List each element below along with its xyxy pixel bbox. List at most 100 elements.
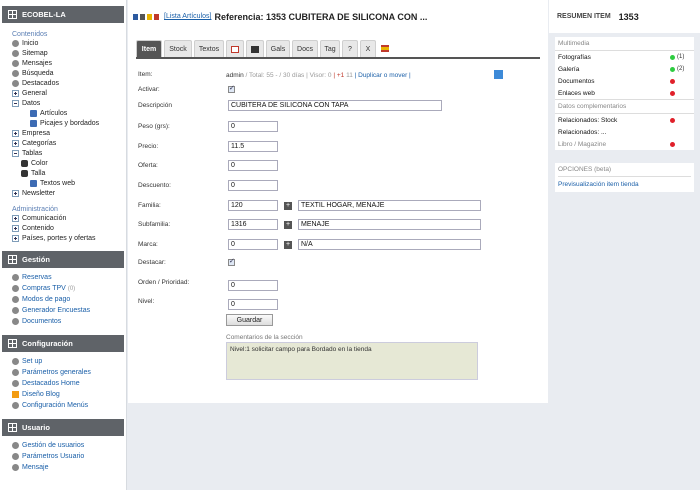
tab-item[interactable]: Item (136, 40, 162, 57)
sidebar-item[interactable]: Mensajes (12, 58, 126, 68)
gestion-header: Gestión (2, 251, 124, 268)
multimedia-row[interactable]: Documentos (555, 75, 694, 87)
sidebar-item[interactable]: Color (12, 158, 126, 168)
tab-docs[interactable]: Docs (292, 40, 318, 57)
flag-es-icon[interactable] (147, 13, 152, 20)
options-box: OPCIONES (beta) Previsualización item ti… (555, 163, 694, 192)
config-item[interactable]: Parámetros generales (12, 367, 126, 378)
peso-label: Peso (grs): (138, 123, 170, 130)
usuario-item[interactable]: Gestión de usuarios (12, 440, 126, 451)
flag-icon[interactable] (154, 13, 159, 20)
language-icon[interactable] (133, 13, 138, 20)
descripcion-input[interactable]: CUBITERA DE SILICONA CON TAPA (228, 100, 442, 111)
tab-monitor[interactable] (246, 40, 264, 57)
stats-icon[interactable] (494, 70, 503, 79)
usuario-item-label: Parámetros Usuario (22, 453, 85, 460)
subfamilia-name-field[interactable]: MENAJE (298, 219, 481, 230)
multimedia-row[interactable]: Fotografías (1) (555, 51, 694, 63)
destacar-row: Destacar: (138, 257, 235, 266)
save-button[interactable]: Guardar (226, 314, 273, 326)
datos-row[interactable]: Relacionados: Stock (555, 114, 694, 126)
sidebar-item[interactable]: Destacados (12, 78, 126, 88)
config-item[interactable]: Configuración Menús (12, 400, 126, 411)
datos-row[interactable]: Libro / Magazine (555, 138, 694, 150)
nivel-label: Nivel: (138, 298, 155, 305)
tab-language[interactable] (378, 40, 392, 57)
comments-field[interactable]: Nivel:1 solicitar campo para Bordado en … (226, 342, 478, 380)
flag-icon[interactable] (140, 13, 145, 20)
gestion-item[interactable]: Compras TPV (0) (12, 283, 126, 294)
admin-item[interactable]: Contenido (12, 223, 126, 233)
descuento-input[interactable]: 0 (228, 180, 278, 191)
subfamilia-row: Subfamilia: 1316 + MENAJE (138, 219, 481, 230)
destacar-checkbox[interactable] (228, 257, 235, 266)
familia-input[interactable]: 120 (228, 200, 278, 211)
precio-input[interactable]: 11.5 (228, 141, 278, 152)
gestion-items: Reservas Compras TPV (0) Modos de pago Gener… (0, 268, 126, 327)
subfamilia-input[interactable]: 1316 (228, 219, 278, 230)
sidebar-item-label: Búsqueda (22, 69, 54, 77)
sidebar-item[interactable]: Inicio (12, 38, 126, 48)
sidebar-item[interactable]: Talla (12, 168, 126, 178)
config-item[interactable]: Destacados Home (12, 378, 126, 389)
admin-item[interactable]: Comunicación (12, 213, 126, 223)
familia-add-button[interactable]: + (284, 201, 292, 210)
sidebar-item[interactable]: Sitemap (12, 48, 126, 58)
expand-icon (12, 189, 19, 197)
datos-label: Libro / Magazine (558, 140, 607, 148)
preview-link[interactable]: Previsualización item tienda (558, 177, 691, 188)
gestion-item[interactable]: Modos de pago (12, 294, 126, 305)
sidebar-item[interactable]: Categorías (12, 138, 126, 148)
sidebar-item[interactable]: General (12, 88, 126, 98)
gestion-item[interactable]: Reservas (12, 272, 126, 283)
activar-label: Activar: (138, 86, 160, 93)
config-item-label: Configuración Menús (22, 402, 89, 409)
sidebar-item[interactable]: Textos web (12, 178, 126, 188)
marca-name-field[interactable]: N/A (298, 239, 481, 250)
tab-calendar[interactable] (226, 40, 244, 57)
gestion-item[interactable]: Generador Encuestas (12, 305, 126, 316)
orden-input[interactable]: 0 (228, 280, 278, 291)
sidebar-item[interactable]: Datos (12, 98, 126, 108)
subfamilia-add-button[interactable]: + (284, 220, 292, 229)
tab-stock[interactable]: Stock (164, 40, 192, 57)
nivel-input[interactable]: 0 (228, 299, 278, 310)
status-dot-icon (670, 90, 675, 96)
sidebar-item[interactable]: Newsletter (12, 188, 126, 198)
admin-item-label: Contenido (22, 224, 54, 232)
familia-name-field[interactable]: TEXTIL HOGAR, MENAJE (298, 200, 481, 211)
config-item[interactable]: Diseño Blog (12, 389, 126, 400)
precio-label: Precio: (138, 143, 159, 150)
tab-help[interactable]: ? (342, 40, 358, 57)
sidebar-item[interactable]: Búsqueda (12, 68, 126, 78)
tab-close[interactable]: X (360, 40, 376, 57)
peso-input[interactable]: 0 (228, 121, 278, 132)
sidebar-item[interactable]: Tablas (12, 148, 126, 158)
multimedia-row[interactable]: Enlaces web (555, 87, 694, 99)
gestion-item-label: Generador Encuestas (22, 307, 91, 314)
tab-gals[interactable]: Gals (266, 40, 290, 57)
activar-checkbox[interactable] (228, 84, 235, 93)
usuario-header: Usuario (2, 419, 124, 436)
sidebar-item-label: Categorías (22, 139, 57, 147)
sidebar-item[interactable]: Artículos (12, 108, 126, 118)
sidebar-item[interactable]: Picajes y bordados (12, 118, 126, 128)
list-articles-link[interactable]: [Lista Artículos] (164, 13, 211, 20)
sidebar-item[interactable]: Empresa (12, 128, 126, 138)
marca-input[interactable]: 0 (228, 239, 278, 250)
check-icon (12, 79, 19, 87)
marca-add-button[interactable]: + (284, 240, 292, 249)
config-item[interactable]: Set up (12, 356, 126, 367)
usuario-item[interactable]: Parámetros Usuario (12, 451, 126, 462)
flag-es-icon (381, 45, 389, 52)
oferta-input[interactable]: 0 (228, 160, 278, 171)
gestion-item[interactable]: Documentos (12, 316, 126, 327)
multimedia-row[interactable]: Galería (2) (555, 63, 694, 75)
collapse-icon (12, 149, 19, 157)
usuario-item[interactable]: Mensaje (12, 462, 126, 473)
tab-tag[interactable]: Tag (320, 40, 340, 57)
admin-item[interactable]: Países, portes y ofertas (12, 233, 126, 243)
tab-textos[interactable]: Textos (194, 40, 224, 57)
duplicate-link[interactable]: | Duplicar o mover | (355, 72, 411, 79)
datos-row[interactable]: Relacionados: ... (555, 126, 694, 138)
